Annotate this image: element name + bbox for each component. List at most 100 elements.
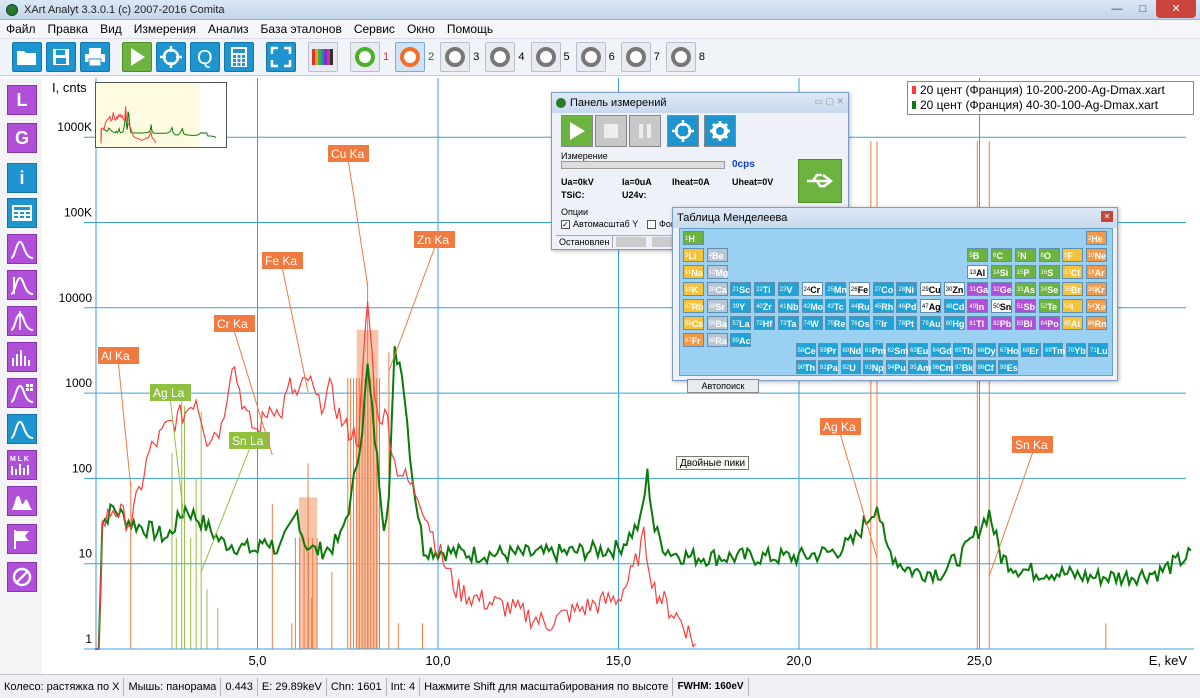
element-ru[interactable]: 44Ru — [848, 299, 870, 313]
spectrum-5-button[interactable]: 5 — [530, 42, 570, 72]
element-cs[interactable]: 55Cs — [683, 316, 704, 330]
element-bk[interactable]: 97Bk — [953, 360, 973, 374]
element-ni[interactable]: 28Ni — [896, 282, 918, 296]
element-fe[interactable]: 26Fe — [848, 282, 870, 296]
element-cm[interactable]: 96Cm — [930, 360, 954, 374]
maximize-button[interactable]: □ — [1130, 0, 1156, 18]
element-ac[interactable]: 89Ac — [730, 333, 752, 347]
element-h[interactable]: 1H — [683, 231, 704, 245]
periodic-close-button[interactable]: ✕ — [1101, 211, 1113, 222]
element-ga[interactable]: 31Ga — [967, 282, 989, 296]
spectrum-3-button[interactable]: 3 — [440, 42, 479, 72]
element-ti[interactable]: 22Ti — [754, 282, 776, 296]
element-pt[interactable]: 78Pt — [896, 316, 918, 330]
element-cr[interactable]: 24Cr — [801, 282, 823, 296]
mlk-button[interactable]: M L K — [7, 450, 37, 480]
quantitative-button[interactable]: Q — [190, 42, 220, 72]
l-lines-button[interactable]: L — [7, 85, 37, 115]
element-po[interactable]: 84Po — [1038, 316, 1060, 330]
peak-fit-button[interactable] — [7, 234, 37, 264]
element-np[interactable]: 93Np — [863, 360, 884, 374]
element-am[interactable]: 95Am — [908, 360, 931, 374]
element-o[interactable]: 8O — [1038, 248, 1060, 262]
element-f[interactable]: 9F — [1062, 248, 1084, 262]
menu-analysis[interactable]: Анализ — [202, 22, 255, 36]
element-b[interactable]: 5B — [967, 248, 989, 262]
element-nb[interactable]: 41Nb — [777, 299, 799, 313]
element-ar[interactable]: 18Ar — [1085, 265, 1107, 279]
auto-search-button[interactable]: Автопоиск — [687, 379, 759, 393]
spectrum-1-toggle[interactable] — [350, 42, 380, 72]
element-na[interactable]: 11Na — [683, 265, 704, 279]
element-zr[interactable]: 40Zr — [754, 299, 776, 313]
meas-start-button[interactable] — [561, 115, 593, 147]
element-nd[interactable]: 60Nd — [840, 343, 861, 357]
element-th[interactable]: 90Th — [795, 360, 816, 374]
lines-histogram-button[interactable] — [7, 342, 37, 372]
element-ca[interactable]: 20Ca — [706, 282, 728, 296]
element-k[interactable]: 19K — [683, 282, 704, 296]
element-dy[interactable]: 66Dy — [975, 343, 996, 357]
element-li[interactable]: 3Li — [683, 248, 704, 262]
minimize-button[interactable]: — — [1104, 0, 1130, 18]
g-button[interactable]: G — [7, 123, 37, 153]
spectrum-view-button[interactable] — [7, 414, 37, 444]
element-lu[interactable]: 71Lu — [1088, 343, 1108, 357]
element-al[interactable]: 13Al — [967, 265, 989, 279]
element-cf[interactable]: 98Cf — [975, 360, 996, 374]
calculator-button[interactable] — [224, 42, 254, 72]
element-sc[interactable]: 21Sc — [730, 282, 752, 296]
element-be[interactable]: 4Be — [706, 248, 728, 262]
spectrum-3-toggle[interactable] — [440, 42, 471, 72]
element-pa[interactable]: 91Pa — [818, 360, 838, 374]
element-ta[interactable]: 73Ta — [777, 316, 799, 330]
element-os[interactable]: 76Os — [848, 316, 870, 330]
element-te[interactable]: 52Te — [1038, 299, 1060, 313]
meas-target-button[interactable] — [667, 115, 699, 147]
menu-edit[interactable]: Правка — [42, 22, 95, 36]
element-xe[interactable]: 54Xe — [1085, 299, 1107, 313]
menu-standards-db[interactable]: База эталонов — [255, 22, 348, 36]
spectrum-6-button[interactable]: 6 — [575, 42, 615, 72]
autoscale-checkbox[interactable]: ✓ Автомасштаб Y — [561, 219, 638, 229]
element-tc[interactable]: 43Tc — [825, 299, 847, 313]
element-s[interactable]: 16S — [1038, 265, 1060, 279]
menu-measurements[interactable]: Измерения — [128, 22, 202, 36]
element-co[interactable]: 27Co — [872, 282, 894, 296]
flag-button[interactable] — [7, 524, 37, 554]
element-cl[interactable]: 17Cl — [1062, 265, 1084, 279]
element-pb[interactable]: 82Pb — [991, 316, 1013, 330]
element-p[interactable]: 15P — [1014, 265, 1036, 279]
element-hg[interactable]: 80Hg — [943, 316, 965, 330]
element-la[interactable]: 57La — [730, 316, 752, 330]
peak-search-button[interactable] — [7, 306, 37, 336]
element-pu[interactable]: 94Pu — [885, 360, 906, 374]
menu-help[interactable]: Помощь — [441, 22, 499, 36]
meas-settings-button[interactable] — [704, 115, 736, 147]
element-tb[interactable]: 65Tb — [953, 343, 973, 357]
spectrum-1-button[interactable]: 1 — [350, 42, 389, 72]
element-fr[interactable]: 87Fr — [683, 333, 704, 347]
element-eu[interactable]: 63Eu — [908, 343, 928, 357]
element-bi[interactable]: 83Bi — [1014, 316, 1036, 330]
menu-file[interactable]: Файл — [0, 22, 42, 36]
element-ra[interactable]: 88Ra — [706, 333, 728, 347]
element-v[interactable]: 23V — [777, 282, 799, 296]
open-file-button[interactable] — [12, 42, 42, 72]
element-ag[interactable]: 47Ag — [920, 299, 941, 313]
element-zn[interactable]: 30Zn — [943, 282, 965, 296]
print-button[interactable] — [80, 42, 110, 72]
element-pr[interactable]: 59Pr — [818, 343, 838, 357]
disable-button[interactable] — [7, 562, 37, 592]
element-rb[interactable]: 37Rb — [683, 299, 704, 313]
element-ge[interactable]: 32Ge — [991, 282, 1013, 296]
fullscreen-button[interactable] — [266, 42, 296, 72]
spectrum-8-button[interactable]: 8 — [665, 42, 705, 72]
element-in[interactable]: 49In — [967, 299, 989, 313]
element-i[interactable]: 53I — [1062, 299, 1084, 313]
peak-grid-button[interactable] — [7, 378, 37, 408]
element-sm[interactable]: 62Sm — [885, 343, 908, 357]
target-button[interactable] — [156, 42, 186, 72]
spectrum-2-toggle[interactable] — [395, 42, 426, 72]
element-au[interactable]: 79Au — [920, 316, 941, 330]
